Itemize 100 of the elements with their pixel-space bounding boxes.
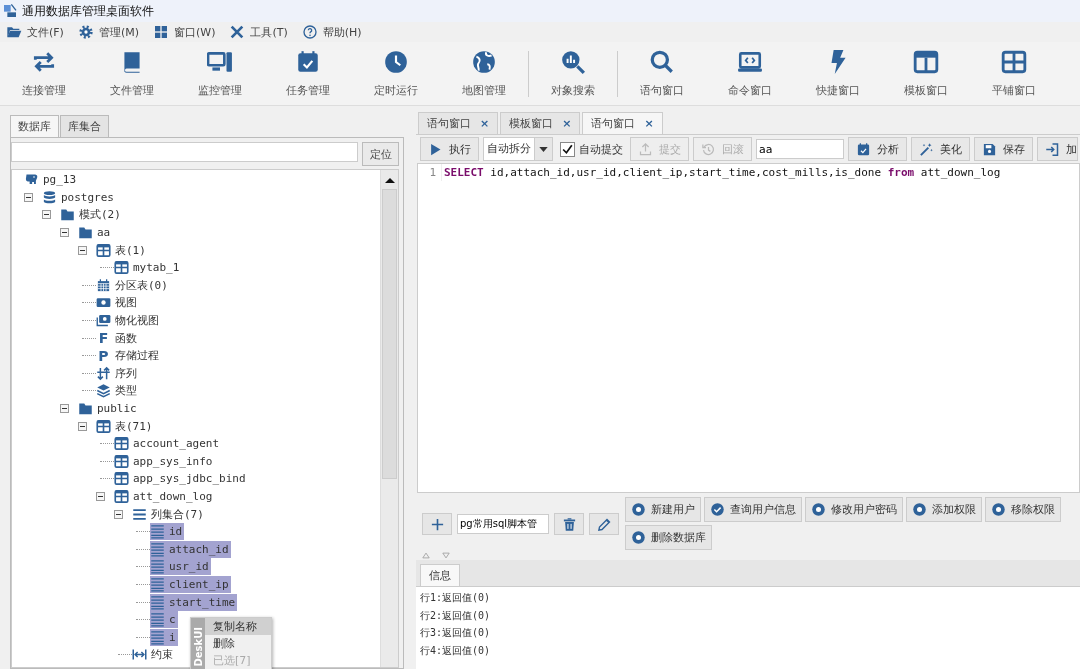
scroll-up-icon[interactable] <box>384 178 395 183</box>
collapse-toggle[interactable] <box>78 421 87 431</box>
tree-item[interactable]: aa <box>78 224 113 242</box>
close-icon[interactable]: × <box>480 117 490 130</box>
locate-button[interactable]: 定位 <box>362 142 399 166</box>
toolbar-button[interactable]: 地图管理 <box>440 43 528 104</box>
toolbar-button[interactable]: 监控管理 <box>176 43 264 104</box>
tree-item[interactable]: pg_13 <box>24 171 79 189</box>
toolbar-button[interactable]: 任务管理 <box>264 43 352 104</box>
collapse-toggle[interactable] <box>114 509 123 519</box>
tree-item[interactable]: 物化视图 <box>96 312 161 330</box>
menu-item[interactable]: 帮助(H) <box>301 24 362 40</box>
trash-icon <box>561 516 577 532</box>
collapse-toggle[interactable] <box>96 492 105 501</box>
tree-item[interactable]: 视图 <box>96 294 139 312</box>
tree-item[interactable]: 类型 <box>96 382 139 400</box>
scrollbar[interactable] <box>380 170 398 667</box>
load-button[interactable]: 加 <box>1037 137 1078 161</box>
menu-item[interactable]: 管理(M) <box>77 24 139 40</box>
run-button[interactable]: 执行 <box>420 137 479 161</box>
tree-item[interactable]: start_time <box>150 593 238 611</box>
search-field[interactable] <box>11 142 358 162</box>
tree-item[interactable]: 模式(2) <box>60 206 123 224</box>
context-menu-item[interactable]: 删除 <box>205 635 271 652</box>
toolbar-button[interactable]: 文件管理 <box>88 43 176 104</box>
column-icon <box>150 559 165 575</box>
script-button[interactable]: 删除数据库 <box>625 525 712 550</box>
tree-item[interactable]: F 函数 <box>96 329 139 347</box>
checkbox[interactable] <box>560 141 575 157</box>
toolbar-button[interactable]: 连接管理 <box>0 43 88 104</box>
panel-tab[interactable]: 数据库 <box>10 115 59 137</box>
script-field[interactable]: pg常用sql脚本管 <box>457 514 549 534</box>
tree-item[interactable]: P 存储过程 <box>96 347 161 365</box>
tree-item[interactable]: postgres <box>42 188 116 206</box>
script-button[interactable]: 新建用户 <box>625 497 701 522</box>
tree-item[interactable]: 序列 <box>96 364 139 382</box>
tree-item[interactable]: id <box>150 523 185 541</box>
scrollbar-thumb[interactable] <box>382 189 397 479</box>
delete-button[interactable] <box>554 513 584 535</box>
editor-tab[interactable]: 语句窗口 × <box>418 112 499 134</box>
panel-tab[interactable]: 库集合 <box>60 115 109 137</box>
edit-button[interactable] <box>589 513 619 535</box>
toolbar-button[interactable]: 命令窗口 <box>706 43 794 104</box>
collapse-toggle[interactable] <box>60 404 69 413</box>
table-icon <box>114 436 129 452</box>
tree-item[interactable]: attach_id <box>150 540 231 558</box>
code-editor[interactable]: 1 SELECT id,attach_id,usr_id,client_ip,start_time,cost_mills,is_done from att_down_log <box>417 163 1080 493</box>
save-button[interactable]: 保存 <box>974 137 1033 161</box>
toolbar-button[interactable]: 模板窗口 <box>882 43 970 104</box>
editor-tab[interactable]: 语句窗口 × <box>582 112 663 134</box>
toolbar-button[interactable]: 定时运行 <box>352 43 440 104</box>
tree-item[interactable]: att_down_log <box>114 488 215 505</box>
stacked-view-icon <box>96 313 111 329</box>
tree-item[interactable]: i <box>150 628 178 646</box>
close-icon[interactable]: × <box>562 117 572 130</box>
line-number: 1 <box>418 164 442 181</box>
tree-item[interactable]: usr_id <box>150 558 211 576</box>
toolbar-button[interactable]: 对象搜索 <box>529 43 617 104</box>
menu-item[interactable]: 窗口(W) <box>153 24 216 40</box>
tree-item[interactable]: 列集合(7) <box>132 505 206 523</box>
toolbar-button[interactable]: 语句窗口 <box>618 43 706 104</box>
analyze-button[interactable]: 分析 <box>848 137 907 161</box>
tree-item[interactable]: account_agent <box>114 435 222 453</box>
split-mode-dropdown[interactable]: 自动拆分 <box>483 137 553 161</box>
database-icon <box>42 189 57 205</box>
close-icon[interactable]: × <box>644 117 654 130</box>
output-tab[interactable]: 信息 <box>420 564 460 586</box>
menu-item[interactable]: 工具(T) <box>229 24 288 40</box>
schema-field[interactable]: aa <box>756 139 844 159</box>
script-button[interactable]: 修改用户密码 <box>805 497 903 522</box>
tree-item[interactable]: mytab_1 <box>114 259 182 277</box>
columns-icon <box>913 49 939 75</box>
add-button[interactable] <box>422 513 452 535</box>
tree-item[interactable]: client_ip <box>150 575 231 593</box>
toolbar-button[interactable]: 平铺窗口 <box>970 43 1058 104</box>
menu-item[interactable]: 文件(F) <box>6 24 64 40</box>
context-menu-item[interactable]: 复制名称 <box>205 618 271 635</box>
toolbar-button[interactable]: 快捷窗口 <box>794 43 882 104</box>
calendar-check-icon <box>856 141 871 157</box>
collapse-toggle[interactable] <box>78 245 87 255</box>
play-icon <box>428 141 443 157</box>
tree-item[interactable]: 表(71) <box>96 417 155 435</box>
collapse-toggle[interactable] <box>24 192 33 202</box>
tree-item[interactable]: app_sys_info <box>114 452 215 470</box>
tree-item[interactable]: app_sys_jdbc_bind <box>114 470 248 488</box>
history-icon <box>701 141 716 157</box>
tree-item[interactable]: c <box>150 611 178 629</box>
tree-item[interactable]: 约束 <box>132 646 175 664</box>
script-button[interactable]: 移除权限 <box>985 497 1061 522</box>
editor-tab[interactable]: 模板窗口 × <box>500 112 581 134</box>
collapse-toggle[interactable] <box>60 228 69 238</box>
collapse-toggle[interactable] <box>42 210 51 220</box>
script-button[interactable]: 添加权限 <box>906 497 982 522</box>
table-icon <box>96 242 111 258</box>
windows-icon <box>153 24 169 40</box>
beautify-button[interactable]: 美化 <box>911 137 970 161</box>
script-button[interactable]: 查询用户信息 <box>704 497 802 522</box>
tree-item[interactable]: public <box>78 400 139 417</box>
tree-item[interactable]: 表(1) <box>96 241 148 259</box>
tree-item[interactable]: 分区表(0) <box>96 276 170 294</box>
